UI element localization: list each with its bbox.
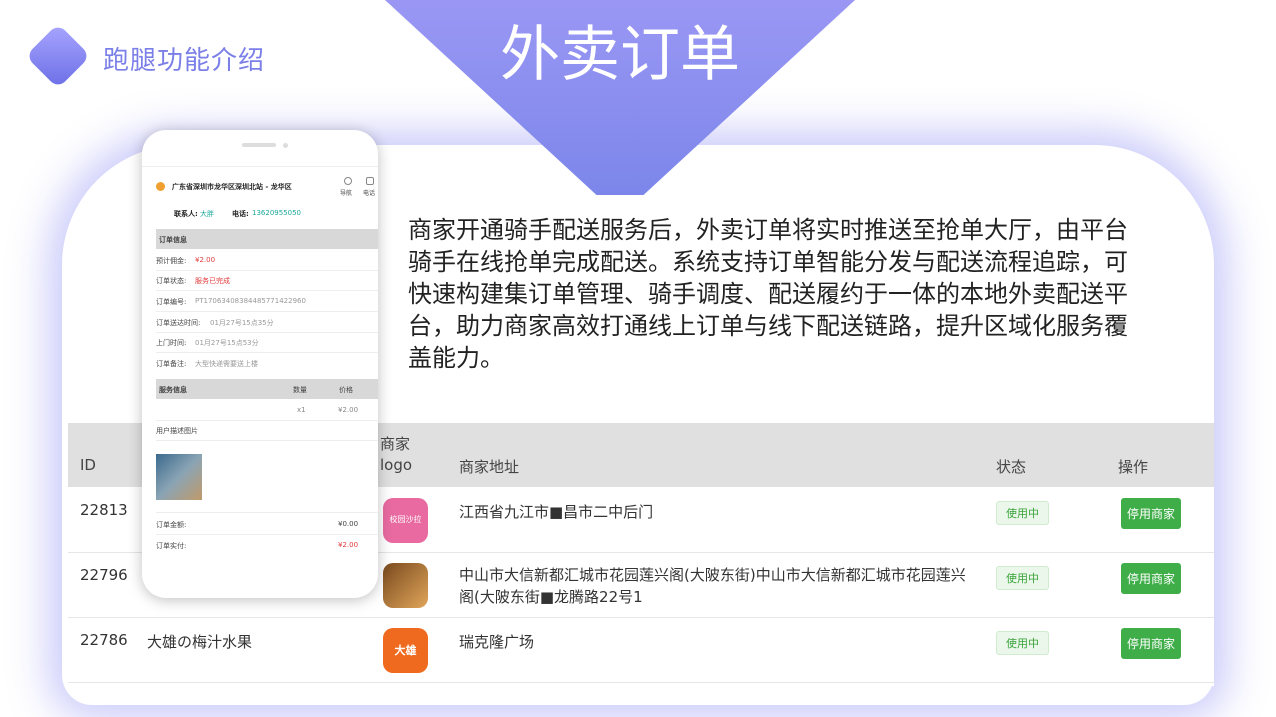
paid-value: ¥2.00	[338, 541, 359, 549]
field-value: 服务已完成	[195, 277, 230, 285]
row-address: 瑞克隆广场	[459, 633, 535, 651]
header-action: 操作	[1118, 458, 1149, 476]
field-value: PT17063408384485771422960	[195, 297, 306, 305]
field-label: 上门时间:	[156, 339, 187, 347]
order-address: 广东省深圳市龙华区深圳北站 - 龙华区	[172, 183, 292, 191]
header-id: ID	[80, 456, 96, 474]
row-name: 大雄の梅汁水果	[147, 633, 253, 651]
description-text: 商家开通骑手配送服务后，外卖订单将实时推送至抢单大厅，由平台骑手在线抢单完成配送…	[408, 216, 1128, 372]
total-label: 订单金额:	[156, 521, 187, 529]
service-qty: x1	[297, 406, 306, 414]
divider	[156, 290, 378, 291]
section-title: 跑腿功能介绍	[103, 46, 266, 76]
phone-number[interactable]: 13620955050	[252, 209, 301, 217]
paid-label: 订单实付:	[156, 542, 187, 550]
disable-merchant-button[interactable]: 停用商家	[1121, 498, 1182, 529]
table-row: 22786 大雄の梅汁水果 大雄 瑞克隆广场 使用中 停用商家	[68, 618, 1214, 683]
header-address: 商家地址	[459, 458, 520, 476]
service-info-title: 服务信息	[159, 386, 187, 394]
divider	[156, 534, 378, 535]
row-address: 江西省九江市■昌市二中后门	[459, 503, 654, 521]
field-label: 预计佣金:	[156, 257, 187, 265]
phone-mockup: 广东省深圳市龙华区深圳北站 - 龙华区 导航 电话 联系人: 大胖 电话: 13…	[142, 130, 378, 598]
nav-label[interactable]: 导航	[340, 188, 352, 197]
status-badge: 使用中	[996, 631, 1049, 655]
merchant-logo-text: 校园沙拉	[389, 515, 422, 524]
merchant-logo	[383, 563, 428, 608]
call-label[interactable]: 电话	[363, 188, 375, 197]
row-id: 22813	[80, 501, 128, 519]
contact-name: 大胖	[200, 210, 214, 218]
merchant-logo: 校园沙拉	[383, 498, 428, 543]
location-icon	[156, 182, 165, 191]
photo-label: 用户描述图片	[156, 427, 198, 435]
header-logo-line1: 商家	[380, 435, 411, 453]
qty-header: 数量	[293, 386, 307, 394]
row-id: 22786	[80, 631, 128, 649]
order-info-header: 订单信息	[156, 229, 378, 249]
total-value: ¥0.00	[338, 520, 359, 528]
divider	[142, 166, 378, 167]
field-value: ¥2.00	[195, 256, 216, 264]
divider	[156, 270, 378, 271]
price-header: 价格	[339, 386, 353, 394]
field-value: 01月27号15点53分	[195, 339, 259, 347]
divider	[156, 440, 378, 441]
contact-label: 联系人:	[174, 210, 198, 218]
phone-speaker	[242, 143, 276, 147]
brand-logo	[25, 23, 91, 89]
row-address: 中山市大信新都汇城市花园莲兴阁(大陂东街)中山市大信新都汇城市花园莲兴阁(大陂东…	[459, 566, 966, 606]
field-label: 订单状态:	[156, 277, 187, 285]
order-info-title: 订单信息	[159, 236, 187, 244]
phone-label: 电话:	[232, 210, 249, 218]
header-status: 状态	[996, 458, 1027, 476]
field-value: 大型快递需要送上楼	[195, 360, 258, 368]
merchant-logo: 大雄	[383, 628, 428, 673]
header-logo-line2: logo	[380, 456, 413, 474]
field-label: 订单编号:	[156, 298, 187, 306]
status-badge: 使用中	[996, 501, 1049, 525]
divider	[156, 420, 378, 421]
merchant-logo-text: 大雄	[394, 644, 417, 657]
navigation-icon[interactable]	[344, 177, 352, 185]
field-label: 订单备注:	[156, 360, 187, 368]
row-id: 22796	[80, 566, 128, 584]
user-photo[interactable]	[156, 454, 202, 500]
divider	[156, 512, 378, 513]
divider	[156, 352, 378, 353]
status-badge: 使用中	[996, 566, 1049, 590]
field-label: 订单送达时间:	[156, 319, 201, 327]
disable-merchant-button[interactable]: 停用商家	[1121, 628, 1182, 659]
disable-merchant-button[interactable]: 停用商家	[1121, 563, 1182, 594]
service-info-header: 服务信息 数量 价格	[156, 379, 378, 399]
field-value: 01月27号15点35分	[210, 319, 274, 327]
divider	[156, 332, 378, 333]
service-price: ¥2.00	[338, 406, 359, 414]
phone-icon[interactable]	[366, 177, 374, 185]
divider	[156, 311, 378, 312]
phone-camera	[283, 143, 288, 148]
banner-title: 外卖订单	[500, 20, 740, 90]
